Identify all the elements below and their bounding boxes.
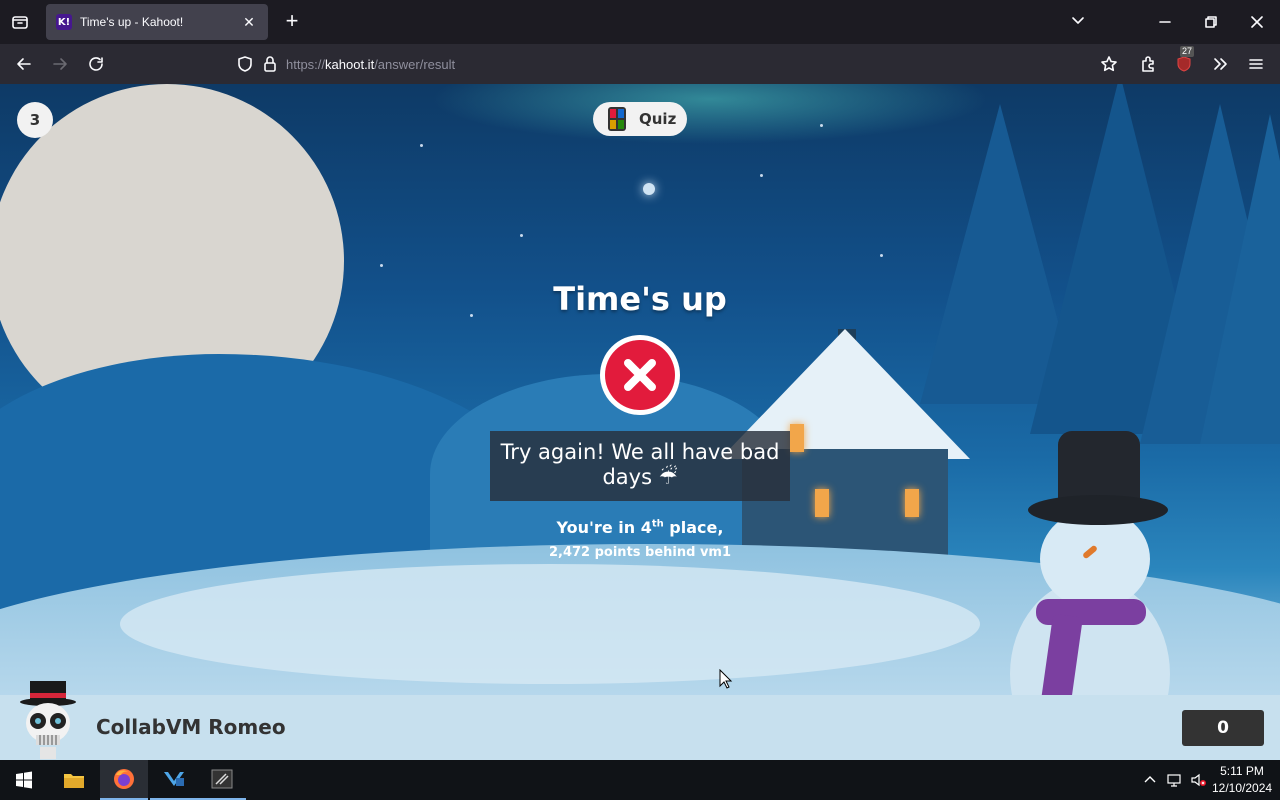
tracking-shield-icon[interactable] xyxy=(236,55,254,78)
star-decoration xyxy=(380,264,383,267)
wrong-answer-icon xyxy=(600,335,680,415)
tab-close-icon[interactable]: ✕ xyxy=(240,14,258,31)
tab-active[interactable]: K! Time's up - Kahoot! ✕ xyxy=(46,4,268,40)
lock-icon[interactable] xyxy=(262,55,278,78)
player-name: CollabVM Romeo xyxy=(96,715,286,739)
extensions-icon[interactable] xyxy=(1136,52,1160,76)
snow-drift-decoration xyxy=(120,564,980,684)
tab-title: Time's up - Kahoot! xyxy=(80,15,184,29)
windows-start-icon[interactable] xyxy=(0,760,48,800)
quiz-type-pill: Quiz xyxy=(593,102,687,136)
tab-list-icon[interactable] xyxy=(8,10,32,34)
network-icon[interactable] xyxy=(1166,772,1182,788)
terminal-taskbar-icon[interactable] xyxy=(198,760,246,800)
back-button[interactable] xyxy=(12,52,36,76)
placement-text: You're in 4th place, xyxy=(556,518,724,537)
kahoot-favicon-icon: K! xyxy=(56,14,72,30)
aurora-decoration xyxy=(430,84,990,144)
kahoot-result-page: 3 Quiz Time's up Try again! We all have … xyxy=(0,84,1280,760)
restore-button[interactable] xyxy=(1188,0,1234,44)
bookmark-star-icon[interactable] xyxy=(1097,52,1121,76)
star-decoration xyxy=(760,174,763,177)
quiz-label: Quiz xyxy=(639,110,677,128)
reload-button[interactable] xyxy=(84,52,108,76)
player-score: 0 xyxy=(1182,710,1264,746)
vscode-taskbar-icon[interactable] xyxy=(150,760,198,800)
feedback-message: Try again! We all have bad days ☔ xyxy=(490,431,790,501)
list-all-tabs-icon[interactable] xyxy=(1070,12,1092,32)
clock-time: 5:11 PM xyxy=(1220,764,1264,778)
minimize-button[interactable] xyxy=(1142,0,1188,44)
star-decoration xyxy=(820,124,823,127)
tab-bar: K! Time's up - Kahoot! ✕ + xyxy=(0,0,1280,44)
navigation-bar: https://kahoot.it/answer/result 27 xyxy=(0,44,1280,84)
menu-icon[interactable] xyxy=(1244,52,1268,76)
new-tab-button[interactable]: + xyxy=(280,10,304,34)
clock-date: 12/10/2024 xyxy=(1212,781,1273,795)
url-bar[interactable]: https://kahoot.it/answer/result xyxy=(228,48,1132,80)
firefox-taskbar-icon[interactable] xyxy=(100,760,148,800)
file-explorer-icon[interactable] xyxy=(50,760,98,800)
star-decoration xyxy=(880,254,883,257)
close-window-button[interactable] xyxy=(1234,0,1280,44)
extension-badge: 27 xyxy=(1180,46,1195,57)
taskbar: 5:11 PM 12/10/2024 xyxy=(0,760,1280,800)
system-clock[interactable]: 5:11 PM 12/10/2024 xyxy=(1212,763,1272,797)
bright-star-decoration xyxy=(643,183,655,195)
ublock-extension-icon[interactable]: 27 xyxy=(1172,46,1196,76)
star-decoration xyxy=(420,144,423,147)
show-hidden-icons-icon[interactable] xyxy=(1142,772,1158,788)
volume-muted-icon[interactable] xyxy=(1190,772,1206,788)
question-number-badge: 3 xyxy=(17,102,53,138)
star-decoration xyxy=(520,234,523,237)
forward-button[interactable] xyxy=(48,52,72,76)
more-tools-icon[interactable] xyxy=(1208,52,1232,76)
result-title: Time's up xyxy=(553,280,727,318)
quiz-icon xyxy=(607,106,627,132)
mouse-cursor-icon xyxy=(719,668,733,689)
pine-tree-decoration xyxy=(1200,114,1280,444)
player-footer-bar: CollabVM Romeo 0 xyxy=(0,681,1280,760)
points-behind-text: 2,472 points behind vm1 xyxy=(548,545,732,560)
url-text[interactable]: https://kahoot.it/answer/result xyxy=(286,57,455,72)
player-avatar xyxy=(16,679,80,760)
